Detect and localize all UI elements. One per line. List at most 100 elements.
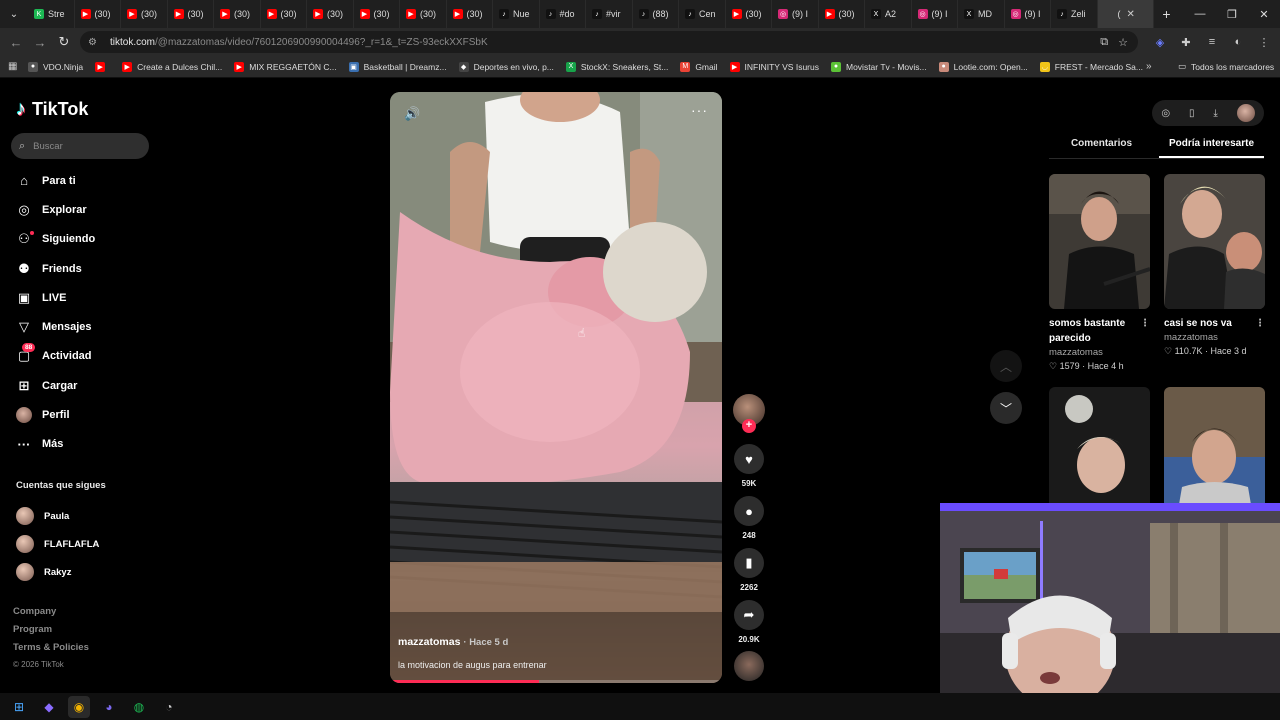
bookmark-item[interactable]: ◆ Deportes en vivo, p...	[458, 61, 554, 72]
bookmark-item[interactable]: ▶ Create a Dulces Chil...	[122, 61, 222, 72]
browser-tab[interactable]: ▶ (30)	[447, 0, 493, 28]
chrome-icon[interactable]: ◉	[68, 695, 90, 718]
minimize-icon[interactable]: —	[1184, 0, 1216, 28]
bookmark-item[interactable]: ▶ INFINITY VS Isurus	[729, 61, 819, 72]
video-progress-bar[interactable]	[390, 680, 722, 683]
close-window-icon[interactable]: ✕	[1248, 0, 1280, 28]
browser-tab[interactable]: ◎ (9) I	[772, 0, 819, 28]
bookmark-item[interactable]: ▶	[95, 61, 110, 72]
bookmark-item[interactable]: ● VDO.Ninja	[28, 61, 83, 72]
card-menu-icon[interactable]: ⋮	[1255, 316, 1265, 331]
browser-tab[interactable]: K Stre	[28, 0, 75, 28]
back-arrow-icon[interactable]: ←	[4, 30, 28, 54]
browser-tab[interactable]: ♪ Cen	[679, 0, 726, 28]
browser-tab[interactable]: ▶ (30)	[400, 0, 447, 28]
compass-small-icon[interactable]: ◎	[1161, 108, 1170, 119]
follow-plus-icon[interactable]: +	[742, 419, 756, 433]
all-bookmarks-folder[interactable]: ▭ Todos los marcadores	[1178, 61, 1274, 72]
video-author-name[interactable]: mazzatomas	[398, 636, 460, 648]
browser-tab[interactable]: ▶ (30)	[726, 0, 772, 28]
video-author[interactable]: mazzatomas · Hace 5 d	[398, 636, 508, 648]
nav-item[interactable]: ⌂ Para ti	[16, 166, 95, 195]
followed-account[interactable]: Rakyz	[16, 558, 99, 586]
card-author[interactable]: mazzatomas	[1049, 346, 1150, 359]
card-menu-icon[interactable]: ⋮	[1140, 316, 1150, 331]
site-info-icon[interactable]: ⚙	[88, 37, 100, 48]
card-thumbnail[interactable]	[1049, 174, 1150, 309]
card-title[interactable]: somos bastante parecido ⋮	[1049, 316, 1150, 346]
followed-account[interactable]: Paula	[16, 502, 99, 530]
card-title[interactable]: casi se nos va ⋮	[1164, 316, 1265, 331]
browser-tab[interactable]: ▶ (30)	[819, 0, 865, 28]
footer-company-link[interactable]: Company	[13, 606, 89, 624]
volume-icon[interactable]: 🔊	[404, 106, 420, 122]
bookmark-icon[interactable]: ▮	[734, 548, 764, 578]
extensions-puzzle-icon[interactable]: ✚	[1176, 32, 1196, 52]
tab-podria-interesarte[interactable]: Podría interesarte	[1159, 132, 1264, 158]
reload-icon[interactable]: ↻	[52, 30, 76, 54]
tab-close-icon[interactable]: ✕	[1127, 9, 1135, 20]
previous-video-button[interactable]: ︿	[990, 350, 1022, 382]
nav-item[interactable]: ··· Más	[16, 430, 95, 459]
bookmark-item[interactable]: ● Movistar Tv - Movis...	[831, 61, 927, 72]
browser-tab[interactable]: ♪ #do	[540, 0, 586, 28]
nav-item[interactable]: ⚉ Friends	[16, 254, 95, 283]
bookmark-item[interactable]: ◡ FREST - Mercado Sa...	[1039, 61, 1143, 72]
browser-tab[interactable]: X A2	[865, 0, 912, 28]
browser-tab[interactable]: X MD	[958, 0, 1005, 28]
bookmark-item[interactable]: ▣ Basketball | Dreamz...	[348, 61, 447, 72]
browser-tab[interactable]: ▶ (30)	[354, 0, 400, 28]
bookmark-item[interactable]: M Gmail	[680, 61, 718, 72]
bookmark-star-icon[interactable]: ☆	[1118, 36, 1128, 49]
phone-icon[interactable]: ▯	[1189, 108, 1195, 119]
browser-tab[interactable]: ▶ (30)	[214, 0, 261, 28]
browser-tab[interactable]: ▶ (30)	[75, 0, 121, 28]
browser-tab[interactable]: ♪ #vir	[586, 0, 633, 28]
recommended-card[interactable]	[1049, 387, 1150, 522]
card-author[interactable]: mazzatomas	[1164, 331, 1265, 344]
forward-arrow-icon[interactable]: →	[28, 30, 52, 54]
card-thumbnail[interactable]	[1049, 387, 1150, 522]
nav-item[interactable]: ⚇ Siguiendo	[16, 225, 95, 254]
heart-icon[interactable]: ♥	[734, 444, 764, 474]
video-player[interactable]: 🔊 ··· ☝ mazzatomas · Hace 5 d la motivac…	[390, 92, 722, 683]
browser-menu-icon[interactable]: ⋮	[1254, 32, 1274, 52]
browser-tab[interactable]: ▶ (30)	[168, 0, 214, 28]
nav-item[interactable]: ▽ Mensajes	[16, 312, 95, 341]
browser-tab[interactable]: ♪ (88)	[633, 0, 679, 28]
browser-tab[interactable]: ◎ (9) I	[912, 0, 958, 28]
spotify-icon[interactable]: ◍	[128, 696, 150, 718]
media-controls-icon[interactable]: ≡	[1202, 32, 1222, 52]
creator-avatar[interactable]: +	[733, 394, 765, 433]
music-disc-avatar[interactable]	[734, 651, 764, 681]
next-video-button[interactable]: ﹀	[990, 392, 1022, 424]
install-app-icon[interactable]: ⧉	[1100, 36, 1108, 49]
comment-icon[interactable]: ●	[734, 496, 764, 526]
browser-tab[interactable]: ◎ (9) I	[1005, 0, 1051, 28]
footer-terms-link[interactable]: Terms & Policies	[13, 642, 89, 660]
tiktok-logo[interactable]: ♪ TikTok	[16, 98, 88, 121]
share-icon[interactable]: ➦	[734, 600, 764, 630]
copilot-icon[interactable]: ◆	[38, 696, 60, 718]
user-avatar[interactable]	[1236, 104, 1255, 122]
search-box[interactable]: ⌕	[11, 133, 149, 159]
bookmark-item[interactable]: X StockX: Sneakers, St...	[565, 61, 668, 72]
tab-comentarios[interactable]: Comentarios	[1049, 132, 1154, 158]
address-bar[interactable]: ⚙ tiktok.com/@mazzatomas/video/760120690…	[80, 31, 1138, 53]
card-thumbnail[interactable]	[1164, 387, 1265, 522]
followed-account[interactable]: FLAFLAFLA	[16, 530, 99, 558]
video-more-icon[interactable]: ···	[691, 102, 708, 118]
browser-tab[interactable]: (✕	[1097, 0, 1154, 28]
browser-tab[interactable]: ▶ (30)	[307, 0, 354, 28]
nav-item[interactable]: Perfil	[16, 400, 95, 429]
apps-grid-icon[interactable]: ▦	[8, 61, 28, 72]
recommended-card[interactable]	[1164, 387, 1265, 522]
search-input[interactable]	[33, 140, 134, 152]
nav-item[interactable]: ▢ 88 Actividad	[16, 342, 95, 371]
recommended-card[interactable]: somos bastante parecido ⋮ mazzatomas ♡ 15…	[1049, 174, 1150, 373]
extension-shield-icon[interactable]: ◈	[1150, 32, 1170, 52]
browser-tab[interactable]: ♪ Nue	[493, 0, 540, 28]
messenger-icon[interactable]: ◕	[98, 696, 120, 718]
footer-program-link[interactable]: Program	[13, 624, 89, 642]
download-icon[interactable]: ⤓	[1213, 108, 1217, 119]
